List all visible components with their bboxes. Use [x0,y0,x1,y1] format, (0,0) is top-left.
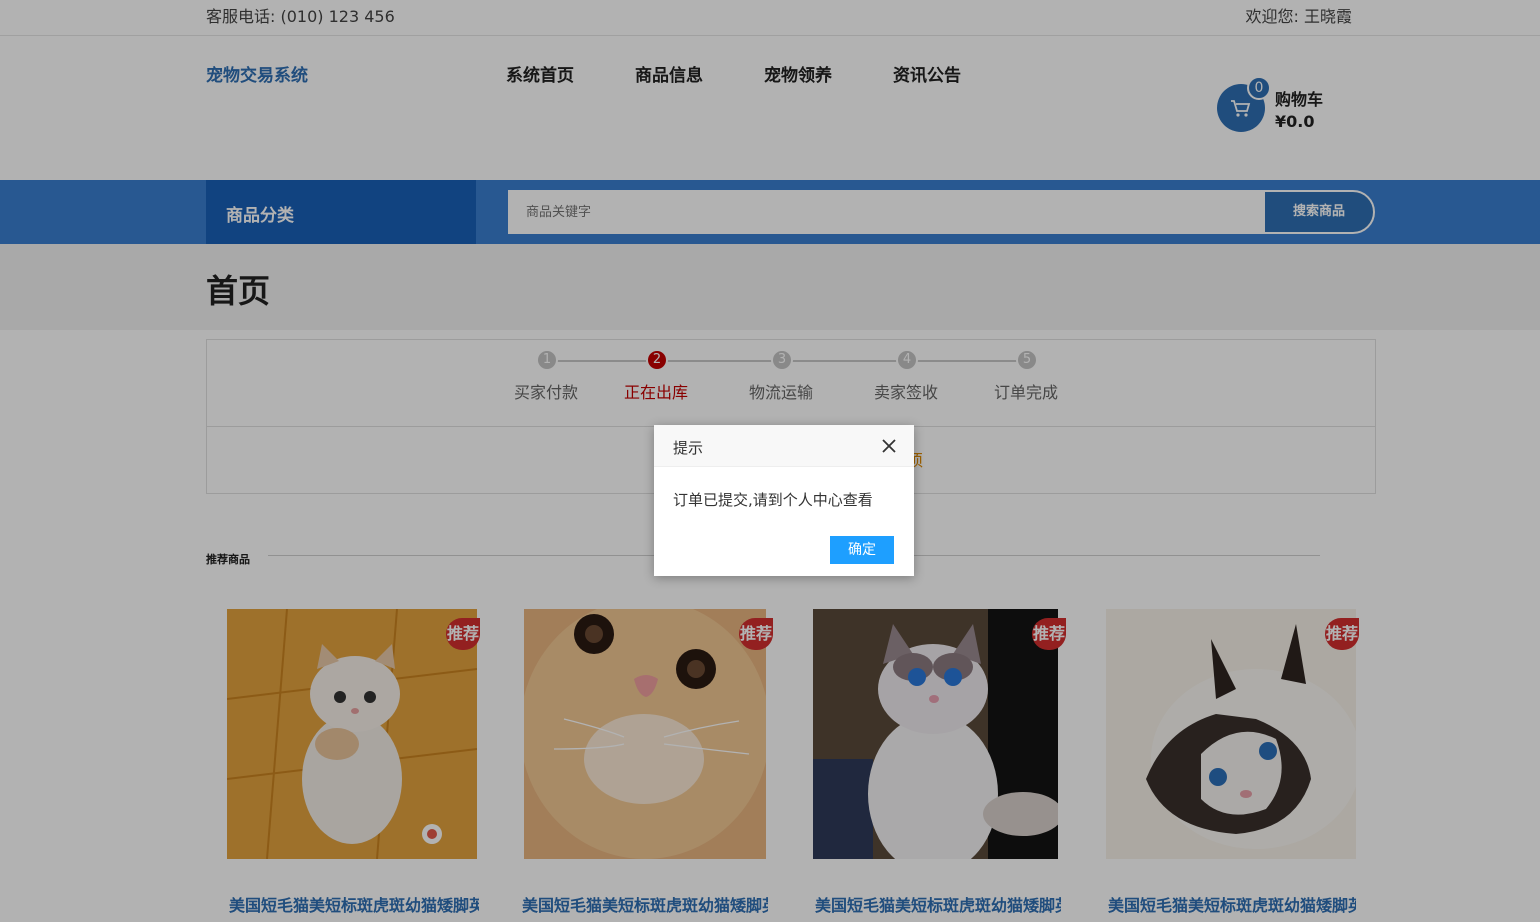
dialog-message: 订单已提交,请到个人中心查看 [673,491,873,509]
alert-dialog: 提示 订单已提交,请到个人中心查看 确定 [654,425,914,576]
close-icon[interactable] [880,437,898,455]
confirm-button[interactable]: 确定 [830,536,894,564]
dialog-title: 提示 [673,439,704,457]
